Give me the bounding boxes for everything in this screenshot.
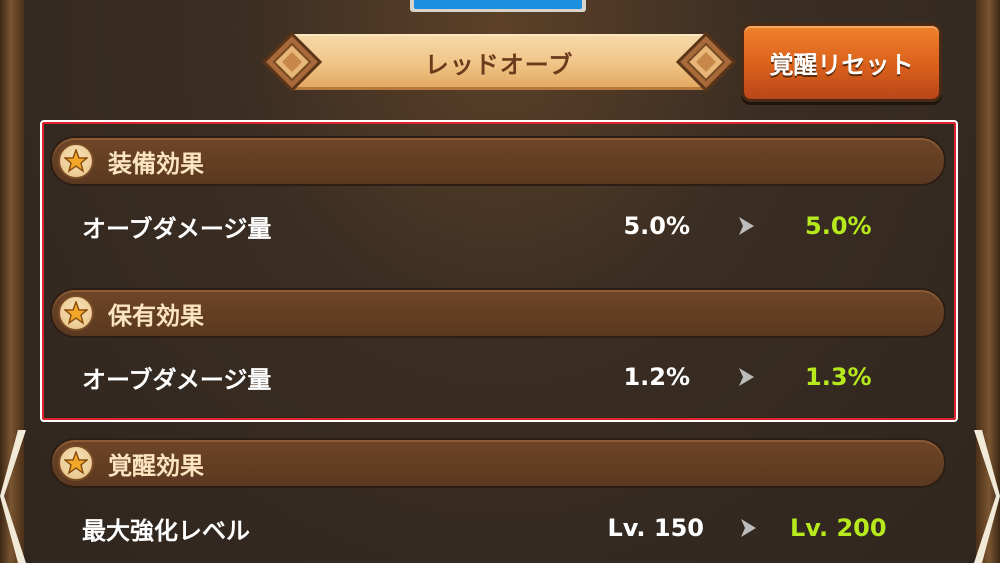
stat-current-value: Lv. 150: [607, 514, 704, 542]
stat-label: オーブダメージ量: [82, 365, 272, 394]
stat-row: オーブダメージ量 1.2% 1.3%: [82, 357, 942, 397]
arrow-right-icon: [741, 519, 756, 537]
stat-next-value: Lv. 200: [790, 514, 887, 542]
previous-arrow-icon[interactable]: [0, 430, 28, 563]
section-title: 覚醒効果: [108, 451, 204, 480]
stat-next-value: 1.3%: [805, 363, 872, 391]
section-title: 装備効果: [108, 149, 204, 178]
awakening-reset-button[interactable]: 覚醒リセット: [741, 23, 942, 102]
top-value-fill: [414, 0, 582, 9]
stat-next-value: 5.0%: [805, 212, 872, 240]
star-icon: [58, 143, 94, 179]
stat-current-value: 5.0%: [623, 212, 690, 240]
star-icon: [58, 295, 94, 331]
arrow-right-icon: [739, 217, 754, 235]
star-icon: [58, 445, 94, 481]
section-header-awakening-effect: 覚醒効果: [50, 438, 946, 488]
section-title: 保有効果: [108, 301, 204, 330]
top-value-box: [410, 0, 586, 12]
stat-row: オーブダメージ量 5.0% 5.0%: [82, 206, 942, 246]
section-header-owned-effect: 保有効果: [50, 288, 946, 338]
title-banner: レッドオーブ: [262, 30, 736, 94]
stat-current-value: 1.2%: [623, 363, 690, 391]
section-header-equip-effect: 装備効果: [50, 136, 946, 186]
stat-label: オーブダメージ量: [82, 214, 272, 243]
stat-label: 最大強化レベル: [82, 516, 250, 545]
stat-row: 最大強化レベル Lv. 150 Lv. 200: [82, 508, 942, 548]
next-arrow-icon[interactable]: [972, 430, 1000, 563]
orb-title: レッドオーブ: [424, 50, 574, 79]
arrow-right-icon: [739, 368, 754, 386]
